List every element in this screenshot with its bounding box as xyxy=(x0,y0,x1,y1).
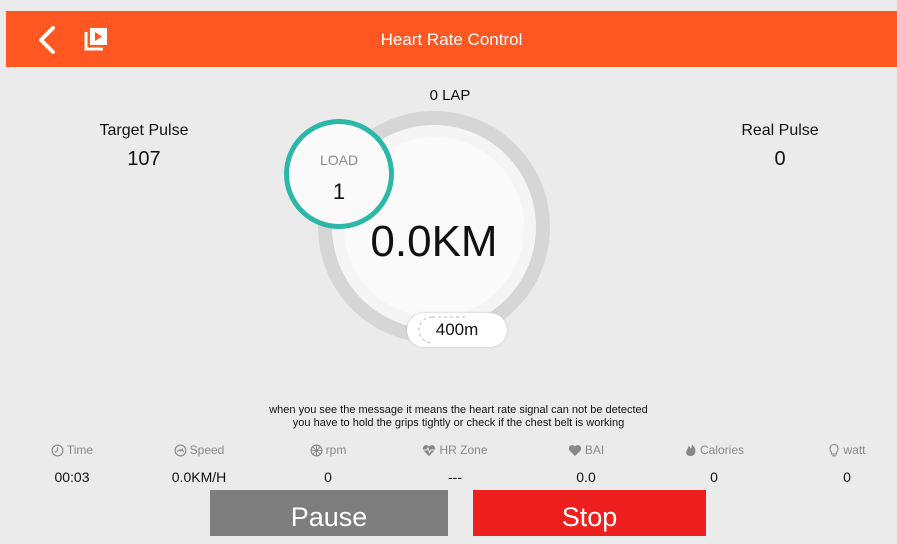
stat-time-label: Time xyxy=(66,443,94,457)
pause-button[interactable]: Pause xyxy=(210,490,448,536)
stat-hr-zone-label: HR Zone xyxy=(439,443,488,457)
stat-time: Time 00:03 xyxy=(22,443,122,485)
stat-watt-label: watt xyxy=(843,443,866,457)
stat-speed: Speed 0.0KM/H xyxy=(149,443,249,485)
warning-line-1: when you see the message it means the he… xyxy=(269,404,648,416)
bulb-icon xyxy=(829,443,840,457)
lap-length-chip: 400m xyxy=(407,313,507,347)
heart-icon xyxy=(568,444,581,456)
warning-line-2: you have to hold the grips tightly or ch… xyxy=(292,417,625,429)
clock-icon xyxy=(51,444,64,456)
stat-hr-zone-value: --- xyxy=(448,469,462,485)
speed-icon xyxy=(174,444,187,456)
stat-calories: Calories 0 xyxy=(664,443,764,485)
stat-speed-value: 0.0KM/H xyxy=(171,469,227,485)
stat-watt: watt 0 xyxy=(797,443,897,485)
stop-button[interactable]: Stop xyxy=(473,490,706,536)
stat-bai-label: BAI xyxy=(584,443,605,457)
stat-rpm-label: rpm xyxy=(325,443,347,457)
stat-bai-value: 0.0 xyxy=(576,469,596,485)
real-pulse-label: Real Pulse xyxy=(741,122,819,139)
heart-rate-warning: when you see the message it means the he… xyxy=(200,404,717,430)
load-indicator[interactable]: LOAD 1 xyxy=(284,119,394,229)
wheel-icon xyxy=(310,444,323,456)
lap-count: 0 LAP xyxy=(429,87,471,104)
stat-rpm-value: 0 xyxy=(324,469,332,485)
stat-watt-value: 0 xyxy=(843,469,851,485)
heartbeat-icon xyxy=(423,444,436,456)
target-pulse-value: 107 xyxy=(127,148,161,170)
stat-bai: BAI 0.0 xyxy=(536,443,636,485)
stat-time-value: 00:03 xyxy=(54,469,90,485)
load-label: LOAD xyxy=(319,152,359,168)
flame-icon xyxy=(686,444,696,456)
load-value: 1 xyxy=(332,179,346,204)
stat-calories-value: 0 xyxy=(710,469,718,485)
stat-calories-label: Calories xyxy=(699,443,744,457)
target-pulse-label: Target Pulse xyxy=(99,122,189,139)
lap-length-value: 400m xyxy=(435,320,479,339)
stat-speed-label: Speed xyxy=(189,443,225,457)
page-title: Heart Rate Control xyxy=(380,30,523,49)
top-bar: Heart Rate Control xyxy=(6,11,897,67)
stat-rpm: rpm 0 xyxy=(278,443,378,485)
real-pulse-value: 0 xyxy=(774,148,786,170)
stat-hr-zone: HR Zone --- xyxy=(405,443,505,485)
